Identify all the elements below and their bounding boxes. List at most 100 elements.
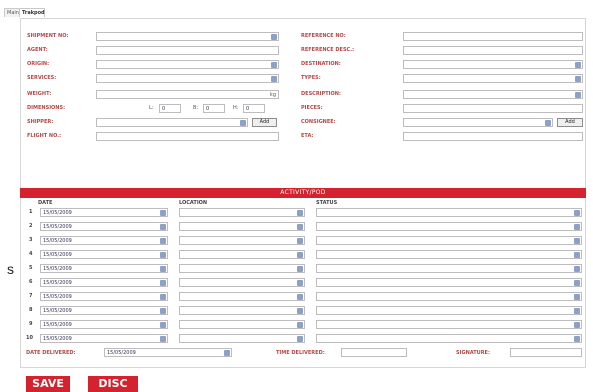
consignee-select[interactable]: ▼ [403, 118, 553, 127]
row-number: 1 [29, 209, 33, 215]
row-date-select[interactable]: 15/05/2009 ▼ [40, 264, 168, 273]
origin-label: ORIGIN: [27, 61, 50, 67]
origin-select[interactable]: ▼ [96, 60, 279, 69]
row-location-select[interactable]: ▼ [179, 334, 305, 343]
row-date-select[interactable]: 15/05/2009 ▼ [40, 320, 168, 329]
row-date-select[interactable]: 15/05/2009 ▼ [40, 208, 168, 217]
row-date-select[interactable]: 15/05/2009 ▼ [40, 278, 168, 287]
row-number: 9 [29, 321, 33, 327]
row-date: 15/05/2009 [43, 224, 72, 230]
flight-no-label: FLIGHT NO.: [27, 133, 62, 139]
flight-no-input[interactable] [96, 132, 279, 141]
types-select[interactable]: ▼ [403, 74, 583, 83]
tab-main[interactable]: Main [4, 8, 20, 17]
shipment-no-label: SHIPMENT NO: [27, 33, 69, 39]
date-delivered-label: DATE DELIVERED: [26, 350, 76, 356]
row-date-select[interactable]: 15/05/2009 ▼ [40, 236, 168, 245]
row-number: 8 [29, 307, 33, 313]
row-number: 10 [26, 335, 33, 341]
save-button[interactable]: SAVE [26, 376, 70, 392]
col-header-date: DATE [38, 200, 53, 206]
row-status-select[interactable]: ▼ [316, 306, 582, 315]
row-location-select[interactable]: ▼ [179, 236, 305, 245]
row-date: 15/05/2009 [43, 266, 72, 272]
row-location-select[interactable]: ▼ [179, 278, 305, 287]
row-status-select[interactable]: ▼ [316, 222, 582, 231]
row-number: 7 [29, 293, 33, 299]
add-consignee-button[interactable]: Add [557, 118, 583, 127]
disc-button[interactable]: DISC [88, 376, 138, 392]
eta-input[interactable] [403, 132, 583, 141]
row-date: 15/05/2009 [43, 294, 72, 300]
row-date: 15/05/2009 [43, 308, 72, 314]
row-date-select[interactable]: 15/05/2009 ▼ [40, 334, 168, 343]
row-status-select[interactable]: ▼ [316, 278, 582, 287]
destination-label: DESTINATION: [301, 61, 341, 67]
activity-pod-header: ACTIVITY/POD [20, 188, 586, 198]
pieces-input[interactable] [403, 104, 583, 113]
weight-input[interactable]: kg [96, 90, 279, 99]
add-shipper-button[interactable]: Add [252, 118, 277, 127]
row-location-select[interactable]: ▼ [179, 250, 305, 259]
row-location-select[interactable]: ▼ [179, 264, 305, 273]
row-date-select[interactable]: 15/05/2009 ▼ [40, 250, 168, 259]
row-number: 5 [29, 265, 33, 271]
dim-h-input[interactable]: 0 [243, 104, 265, 113]
row-location-select[interactable]: ▼ [179, 320, 305, 329]
pieces-label: PIECES: [301, 105, 323, 111]
date-delivered-select[interactable]: 15/05/2009 ▼ [104, 348, 232, 357]
row-number: 4 [29, 251, 33, 257]
col-header-status: STATUS [316, 200, 338, 206]
description-label: DESCRIPTION: [301, 91, 341, 97]
row-date: 15/05/2009 [43, 322, 72, 328]
destination-select[interactable]: ▼ [403, 60, 583, 69]
tab-trakpod[interactable]: Trakpod [19, 8, 45, 17]
row-date-select[interactable]: 15/05/2009 ▼ [40, 306, 168, 315]
tab-bar: Main Trakpod [4, 8, 114, 17]
row-date: 15/05/2009 [43, 336, 72, 342]
row-location-select[interactable]: ▼ [179, 306, 305, 315]
services-select[interactable]: ▼ [96, 74, 279, 83]
shipper-label: SHIPPER: [27, 119, 54, 125]
description-select[interactable]: ▼ [403, 90, 583, 99]
dim-b-value: 0 [206, 106, 210, 112]
row-status-select[interactable]: ▼ [316, 208, 582, 217]
agent-input[interactable] [96, 46, 279, 55]
shipment-no-input[interactable]: ▼ [96, 32, 279, 41]
row-date-select[interactable]: 15/05/2009 ▼ [40, 292, 168, 301]
dim-l-input[interactable]: 0 [159, 104, 181, 113]
row-status-select[interactable]: ▼ [316, 236, 582, 245]
row-number: 6 [29, 279, 33, 285]
dim-h-label: H: [233, 105, 239, 111]
dim-l-value: 0 [162, 106, 166, 112]
reference-desc-input[interactable] [403, 46, 583, 55]
dim-h-value: 0 [246, 106, 250, 112]
reference-no-input[interactable] [403, 32, 583, 41]
row-status-select[interactable]: ▼ [316, 320, 582, 329]
row-date: 15/05/2009 [43, 280, 72, 286]
row-status-select[interactable]: ▼ [316, 292, 582, 301]
signature-input[interactable] [510, 348, 582, 357]
dimensions-label: DIMENSIONS: [27, 105, 66, 111]
date-delivered-value: 15/05/2009 [107, 350, 136, 356]
consignee-label: CONSIGNEE: [301, 119, 336, 125]
row-location-select[interactable]: ▼ [179, 208, 305, 217]
row-date-select[interactable]: 15/05/2009 ▼ [40, 222, 168, 231]
types-label: TYPES: [301, 75, 321, 81]
row-location-select[interactable]: ▼ [179, 292, 305, 301]
agent-label: AGENT: [27, 47, 48, 53]
shipper-select[interactable]: ▼ [96, 118, 248, 127]
row-status-select[interactable]: ▼ [316, 250, 582, 259]
row-number: 3 [29, 237, 33, 243]
dim-b-label: B: [193, 105, 199, 111]
row-status-select[interactable]: ▼ [316, 264, 582, 273]
row-date: 15/05/2009 [43, 252, 72, 258]
row-date: 15/05/2009 [43, 238, 72, 244]
row-status-select[interactable]: ▼ [316, 334, 582, 343]
services-label: SERVICES: [27, 75, 57, 81]
time-delivered-input[interactable] [341, 348, 407, 357]
time-delivered-label: TIME DELIVERED: [276, 350, 325, 356]
dim-b-input[interactable]: 0 [203, 104, 225, 113]
row-location-select[interactable]: ▼ [179, 222, 305, 231]
reference-no-label: REFERENCE NO: [301, 33, 346, 39]
